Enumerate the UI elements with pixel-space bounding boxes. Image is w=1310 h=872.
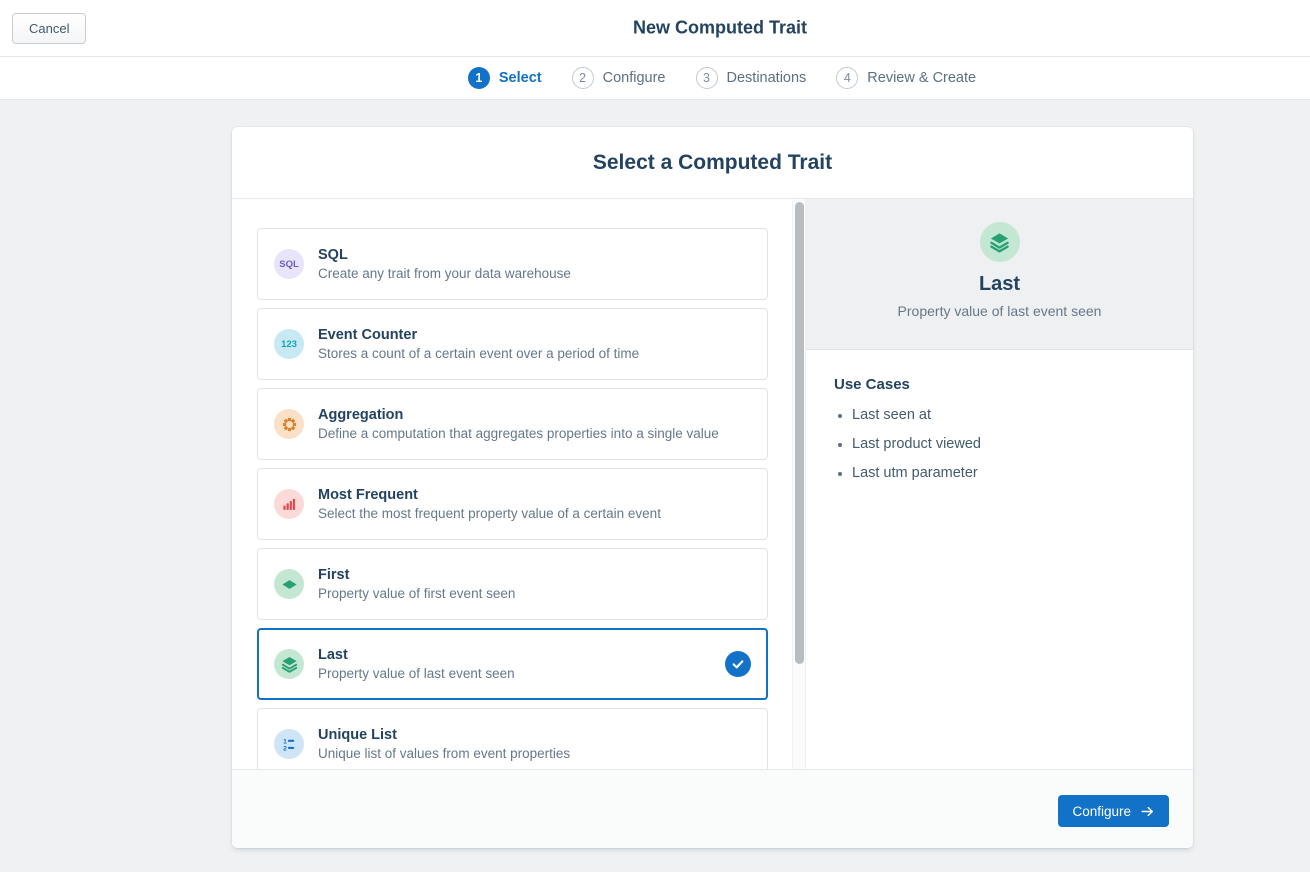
use-case-item: Last utm parameter [852, 465, 1165, 481]
trait-item-last[interactable]: Last Property value of last event seen [257, 628, 768, 700]
svg-text:1: 1 [283, 738, 287, 745]
card-footer: Configure [232, 769, 1193, 848]
trait-title: Last [318, 647, 515, 663]
page-background: Select a Computed Trait SQL SQL Create a… [0, 100, 1310, 871]
step-number-badge: 4 [836, 67, 858, 89]
step-label: Review & Create [867, 70, 976, 86]
step-number-badge: 2 [572, 67, 594, 89]
step-review-create[interactable]: 4 Review & Create [836, 67, 976, 89]
step-number-badge: 1 [468, 67, 490, 89]
arrow-right-icon [1140, 804, 1155, 819]
wizard-stepper: 1 Select 2 Configure 3 Destinations 4 Re… [0, 57, 1310, 100]
page-title: New Computed Trait [633, 18, 807, 39]
trait-title: Most Frequent [318, 487, 661, 503]
trait-detail-header: Last Property value of last event seen [806, 199, 1193, 350]
step-label: Configure [603, 70, 666, 86]
trait-list: SQL SQL Create any trait from your data … [232, 199, 792, 769]
use-case-item: Last product viewed [852, 436, 1165, 452]
use-cases-heading: Use Cases [834, 376, 1165, 393]
numbered-list-icon: 1 2 [274, 729, 304, 759]
select-trait-card: Select a Computed Trait SQL SQL Create a… [232, 127, 1193, 848]
use-case-item: Last seen at [852, 407, 1165, 423]
number-123-icon: 123 [274, 329, 304, 359]
trait-title: Unique List [318, 727, 570, 743]
trait-description: Stores a count of a certain event over a… [318, 346, 639, 361]
step-label: Select [499, 70, 542, 86]
use-cases-list: Last seen at Last product viewed Last ut… [834, 407, 1165, 481]
trait-item-event-counter[interactable]: 123 Event Counter Stores a count of a ce… [257, 308, 768, 380]
trait-title: Aggregation [318, 407, 719, 423]
dotted-ring-icon [274, 409, 304, 439]
step-label: Destinations [727, 70, 807, 86]
trait-item-sql[interactable]: SQL SQL Create any trait from your data … [257, 228, 768, 300]
selected-check-icon [725, 651, 751, 677]
trait-description: Create any trait from your data warehous… [318, 266, 571, 281]
trait-item-unique-list[interactable]: 1 2 Unique List Unique list of values fr… [257, 708, 768, 769]
trait-list-scrollbar [792, 199, 806, 769]
bar-chart-icon [274, 489, 304, 519]
trait-description: Property value of last event seen [318, 666, 515, 681]
layers-icon [980, 222, 1020, 262]
detail-title: Last [979, 273, 1020, 296]
layers-icon [274, 649, 304, 679]
trait-detail-panel: Last Property value of last event seen U… [806, 199, 1193, 769]
diamond-icon [274, 569, 304, 599]
top-bar: Cancel New Computed Trait [0, 0, 1310, 57]
trait-title: Event Counter [318, 327, 639, 343]
trait-title: SQL [318, 247, 571, 263]
trait-item-aggregation[interactable]: Aggregation Define a computation that ag… [257, 388, 768, 460]
step-select[interactable]: 1 Select [468, 67, 542, 89]
trait-description: Define a computation that aggregates pro… [318, 426, 719, 441]
use-cases-section: Use Cases Last seen at Last product view… [806, 350, 1193, 769]
configure-button[interactable]: Configure [1058, 795, 1169, 827]
step-number-badge: 3 [696, 67, 718, 89]
trait-item-most-frequent[interactable]: Most Frequent Select the most frequent p… [257, 468, 768, 540]
svg-text:2: 2 [283, 745, 287, 752]
step-configure[interactable]: 2 Configure [572, 67, 666, 89]
detail-subtitle: Property value of last event seen [898, 303, 1102, 319]
trait-description: Unique list of values from event propert… [318, 746, 570, 761]
trait-item-first[interactable]: First Property value of first event seen [257, 548, 768, 620]
step-destinations[interactable]: 3 Destinations [696, 67, 807, 89]
cancel-button[interactable]: Cancel [12, 13, 86, 44]
scrollbar-thumb[interactable] [795, 202, 804, 664]
trait-title: First [318, 567, 515, 583]
card-title: Select a Computed Trait [232, 127, 1193, 199]
trait-description: Select the most frequent property value … [318, 506, 661, 521]
sql-badge-icon: SQL [274, 249, 304, 279]
trait-description: Property value of first event seen [318, 586, 515, 601]
